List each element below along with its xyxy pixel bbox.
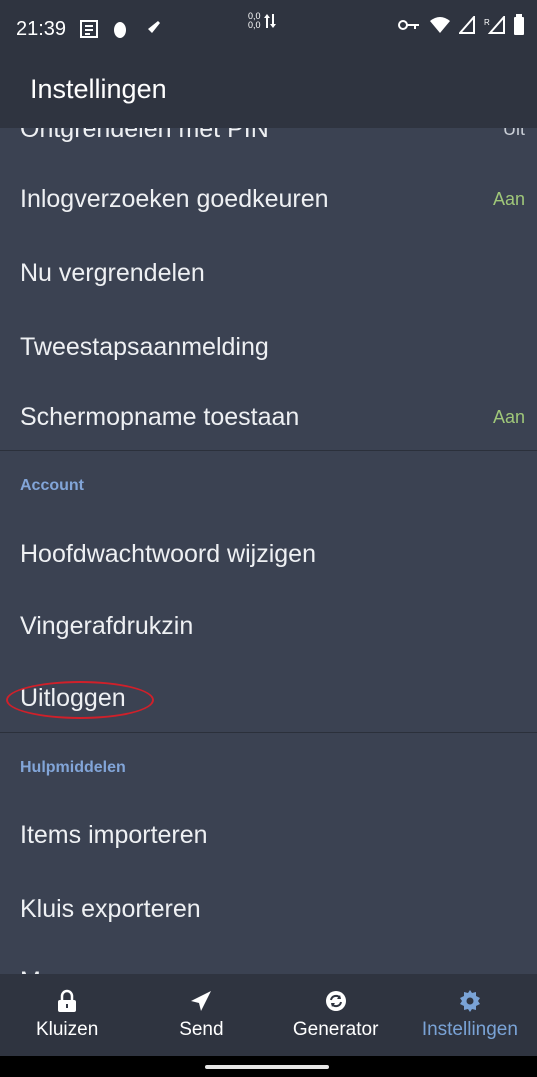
network-speed: 0,0 0,0 [248,12,277,30]
battery-icon [514,14,524,35]
row-label: Schermopname toestaan [20,402,300,431]
home-gesture-bar[interactable] [205,1065,329,1069]
row-label: Tweestapsaanmelding [20,332,269,361]
data-arrows-icon [263,14,276,28]
row-label: Inlogverzoeken goedkeuren [20,184,329,213]
key-icon [398,20,419,30]
settings-row-change-master-password[interactable]: Hoofdwachtwoord wijzigen [0,517,537,591]
nav-item-generator[interactable]: Generator [269,974,403,1056]
annotation-ellipse [6,681,154,719]
row-label: Items importeren [20,820,208,849]
section-divider [0,450,537,451]
lock-icon [58,989,77,1012]
nav-label: Send [179,1019,224,1040]
settings-row-approve-login-requests[interactable]: Inlogverzoeken goedkeuren Aan [0,162,537,236]
row-label: Kluis exporteren [20,894,201,923]
rocket-icon [145,21,161,36]
status-left: 21:39 [16,18,162,41]
wifi-icon [430,17,450,33]
settings-row-import-items[interactable]: Items importeren [0,798,537,872]
settings-list[interactable]: Ontgrendelen met PIN Uit Inlogverzoeken … [0,128,537,974]
signal-roaming-icon: R [484,16,505,34]
nav-label: Instellingen [421,1019,518,1040]
settings-row-two-step-login[interactable]: Tweestapsaanmelding [0,310,537,384]
nav-item-vaults[interactable]: Kluizen [0,974,134,1056]
settings-row-lock-now[interactable]: Nu vergrendelen [0,236,537,310]
section-header-tools: Hulpmiddelen [20,759,126,776]
gesture-area [0,1056,537,1077]
signal-icon [459,16,475,34]
page-title: Instellingen [30,74,167,104]
row-label: Nu vergrendelen [20,258,205,287]
row-value: Aan [492,406,525,427]
row-label: Hoofdwachtwoord wijzigen [20,539,316,568]
settings-row-export-vault[interactable]: Kluis exporteren [0,872,537,946]
row-value: Aan [492,188,525,209]
row-label: Vingerafdrukzin [20,611,194,640]
settings-row-partial[interactable]: M [0,944,537,975]
notification-list-icon [80,20,99,38]
send-icon [191,991,212,1011]
nav-item-settings[interactable]: Instellingen [403,974,537,1056]
bug-icon [114,22,127,38]
refresh-icon [325,991,346,1011]
svg-text:R: R [484,18,490,27]
app-bar: Instellingen [0,58,537,128]
section-divider [0,732,537,733]
status-bar: 21:39 0,0 0,0 R [0,0,537,58]
nav-item-send[interactable]: Send [134,974,268,1056]
settings-row-unlock-pin[interactable]: Ontgrendelen met PIN Uit [0,128,537,166]
section-header-account: Account [20,477,84,494]
status-right: R [397,14,525,36]
nav-label: Kluizen [35,1019,99,1040]
settings-row-fingerprint-phrase[interactable]: Vingerafdrukzin [0,589,537,663]
settings-row-allow-screen-capture[interactable]: Schermopname toestaan Aan [0,380,537,454]
row-label-cut-off: M [20,967,391,975]
net-down-value: 0,0 [248,20,261,30]
bottom-nav: Kluizen Send Generator Instellingen [0,974,537,1056]
nav-label: Generator [292,1019,379,1040]
row-label: Ontgrendelen met PIN [20,128,269,143]
row-value: Uit [503,128,525,139]
status-time: 21:39 [16,17,67,40]
gear-icon [459,990,480,1012]
